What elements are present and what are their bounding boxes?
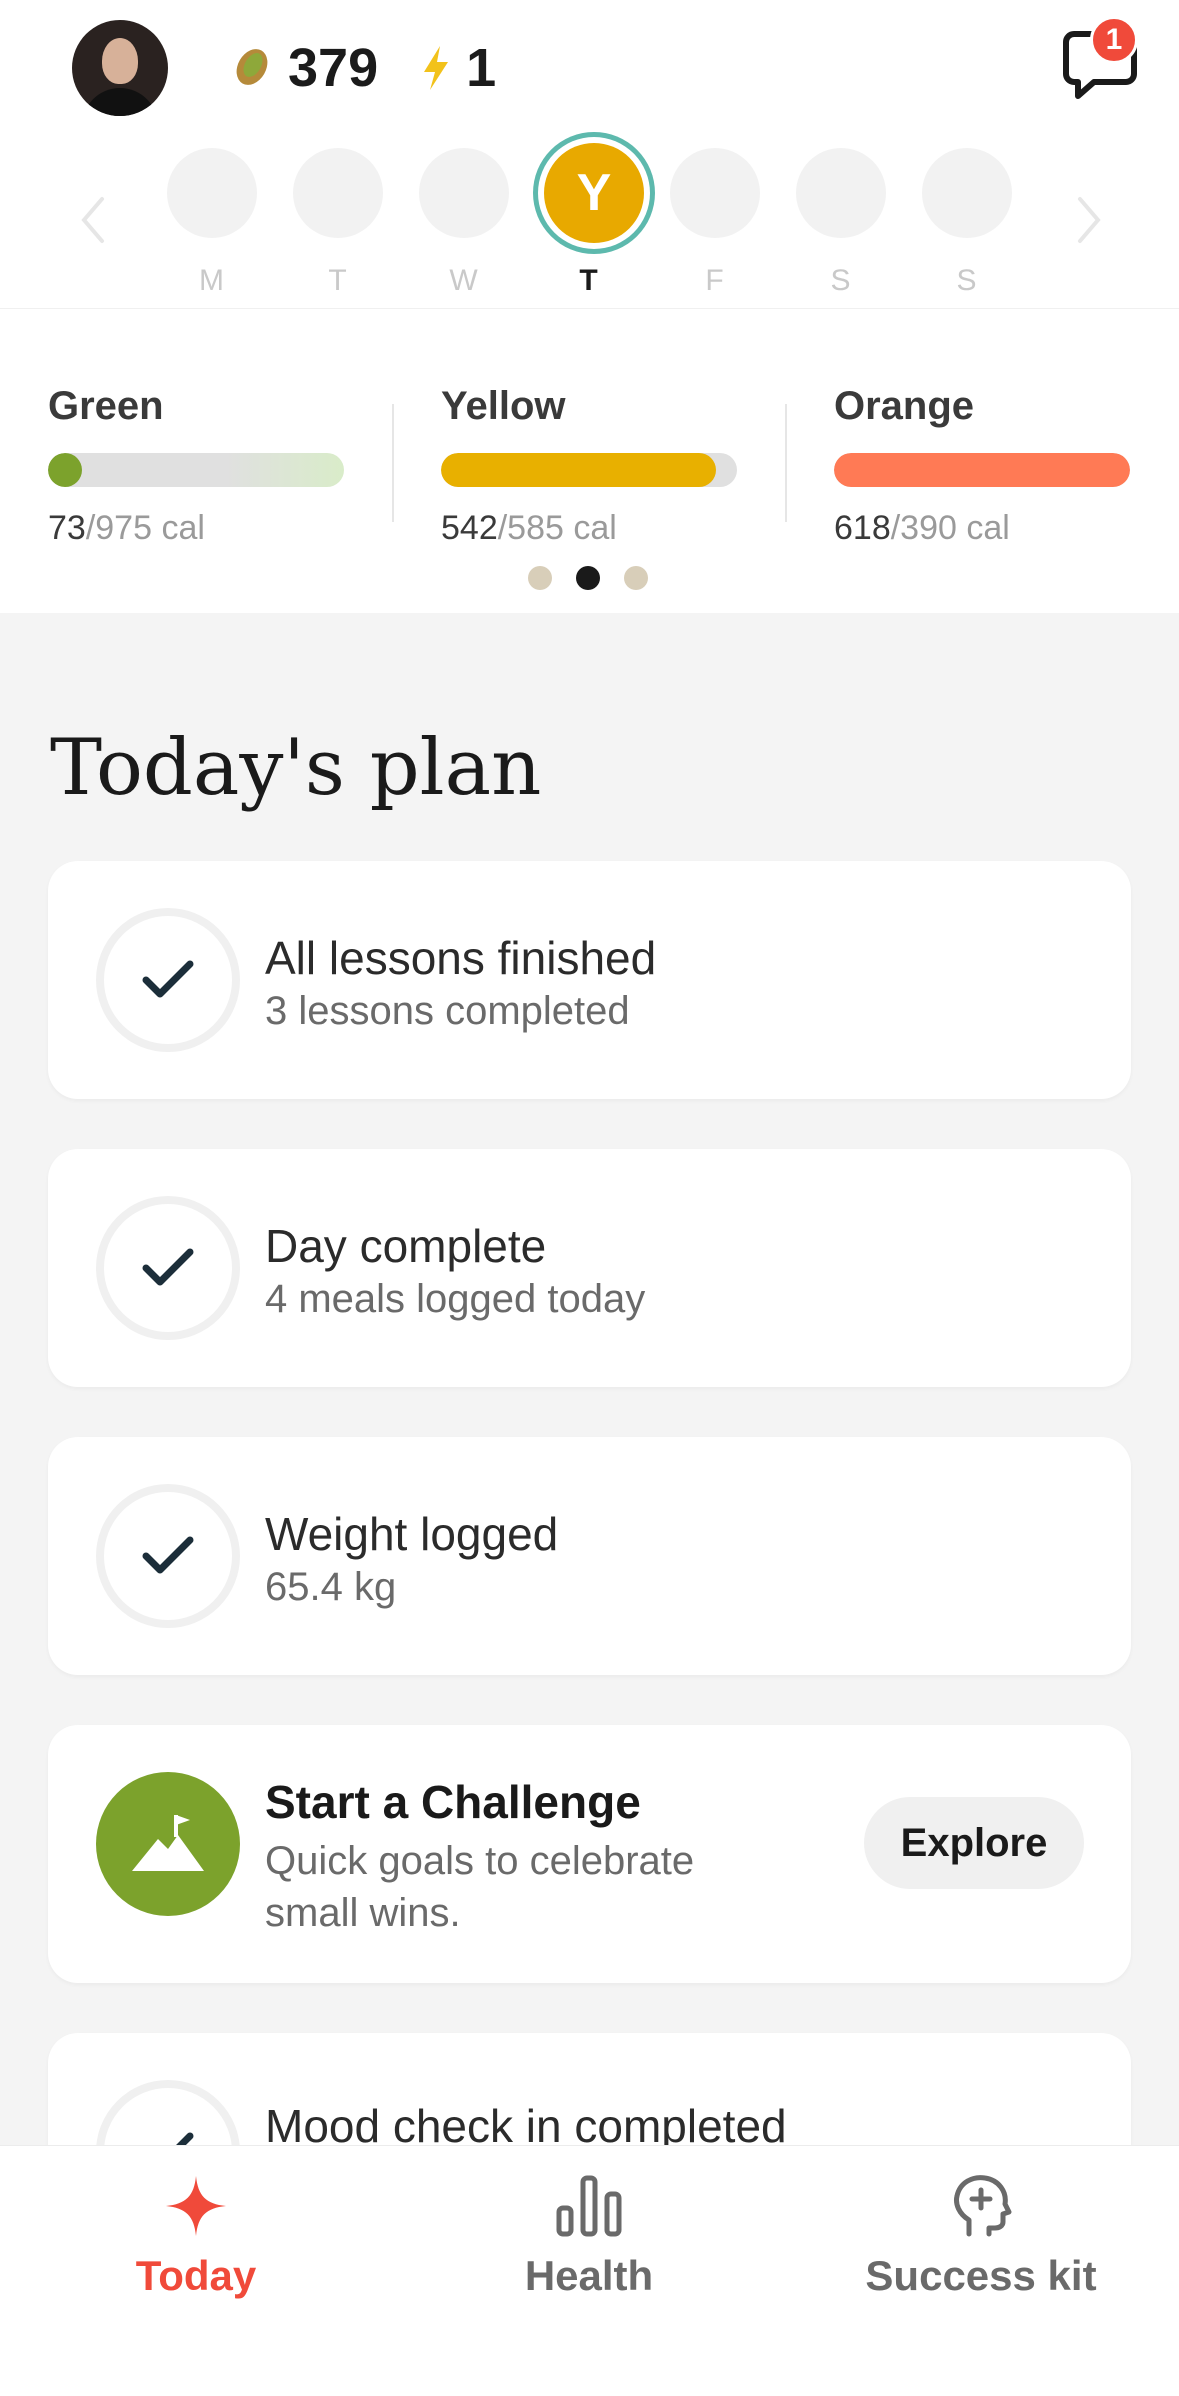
top-bar: 379 1 1	[0, 0, 1179, 135]
day-letter: T	[328, 264, 348, 297]
budget-yellow: Yellow 542/585 cal	[441, 384, 741, 548]
page-dot	[528, 566, 552, 590]
budget-fill	[441, 453, 717, 487]
day-circle	[419, 148, 509, 238]
budget-name: Yellow	[441, 384, 566, 428]
divider	[785, 404, 787, 522]
budget-consumed: 542	[441, 509, 498, 547]
tab-label: Today	[135, 2252, 257, 2299]
avatar[interactable]	[72, 20, 168, 116]
day-tuesday[interactable]: T	[293, 148, 383, 298]
check-icon	[96, 1196, 240, 1340]
calorie-budget-panel[interactable]: Green 73/975 cal Yellow 542/585 cal Oran…	[0, 308, 1179, 613]
bolt-icon	[424, 46, 449, 90]
day-letter: W	[449, 264, 479, 297]
budget-fill	[834, 453, 1130, 487]
tab-label: Health	[524, 2252, 654, 2299]
tab-today[interactable]: Today	[46, 2174, 346, 2300]
day-saturday[interactable]: S	[796, 148, 886, 298]
day-monday[interactable]: M	[167, 148, 257, 298]
bottom-nav: Today Health Success kit	[0, 2145, 1179, 2396]
plan-item-title: Mood check in completed	[265, 2100, 787, 2145]
budget-value: 618/390 cal	[834, 509, 1134, 548]
page-indicator	[528, 566, 648, 590]
challenge-card[interactable]: Start a Challenge Quick goals to celebra…	[48, 1725, 1131, 1983]
budget-value: 542/585 cal	[441, 509, 741, 548]
plan-item-title: Day complete	[265, 1220, 547, 1272]
tab-health[interactable]: Health	[439, 2174, 739, 2300]
budget-limit: /390 cal	[890, 509, 1010, 547]
notification-badge: 1	[1090, 16, 1138, 64]
plan-item-mood[interactable]: Mood check in completed	[48, 2033, 1131, 2145]
mountain-flag-icon	[96, 1772, 240, 1916]
explore-button[interactable]: Explore	[864, 1797, 1084, 1889]
day-sunday[interactable]: S	[922, 148, 1012, 298]
day-letter: M	[199, 264, 225, 297]
budget-orange: Orange 618/390 cal	[834, 384, 1134, 548]
avatar-shoulders	[82, 88, 158, 116]
challenge-title: Start a Challenge	[265, 1776, 641, 1828]
check-icon	[96, 908, 240, 1052]
day-letter: S	[830, 264, 852, 297]
seed-icon	[236, 49, 268, 85]
tab-success-kit[interactable]: Success kit	[831, 2174, 1131, 2300]
plan-item-subtitle: 3 lessons completed	[265, 989, 630, 1033]
day-wednesday[interactable]: W	[419, 148, 509, 298]
today-circle: Y	[544, 143, 644, 243]
page-title: Today's plan	[50, 723, 542, 813]
plan-item-lessons[interactable]: All lessons finished 3 lessons completed	[48, 861, 1131, 1099]
budget-green: Green 73/975 cal	[48, 384, 348, 548]
head-plus-icon	[954, 2175, 1012, 2237]
day-circle	[796, 148, 886, 238]
page-dot	[624, 566, 648, 590]
budget-consumed: 618	[834, 509, 891, 547]
budget-name: Orange	[834, 384, 975, 428]
day-circle	[167, 148, 257, 238]
plan-item-day[interactable]: Day complete 4 meals logged today	[48, 1149, 1131, 1387]
day-friday[interactable]: F	[670, 148, 760, 298]
sparkle-icon	[166, 2176, 226, 2236]
week-selector: M T W Y T F S S	[0, 130, 1179, 310]
budget-track	[48, 453, 344, 487]
day-letter: S	[956, 264, 978, 297]
plan-item-title: All lessons finished	[265, 932, 657, 984]
points-value: 379	[288, 38, 379, 98]
budget-name: Green	[48, 384, 164, 428]
budget-fill	[48, 453, 82, 487]
chevron-right-icon[interactable]	[1074, 195, 1104, 245]
plan-item-subtitle: 4 meals logged today	[265, 1277, 646, 1321]
budget-limit: /585 cal	[497, 509, 617, 547]
day-circle	[670, 148, 760, 238]
day-circle	[293, 148, 383, 238]
tab-label: Success kit	[865, 2252, 1097, 2299]
plan-item-weight[interactable]: Weight logged 65.4 kg	[48, 1437, 1131, 1675]
budget-consumed: 73	[48, 509, 86, 547]
challenge-subtitle: Quick goals to celebrate small wins.	[265, 1839, 695, 1935]
day-thursday-today[interactable]: Y T	[544, 143, 644, 298]
day-letter: F	[705, 264, 725, 297]
chevron-left-icon[interactable]	[78, 195, 108, 245]
avatar-face	[102, 38, 138, 84]
divider	[392, 404, 394, 522]
streak-value: 1	[466, 38, 497, 98]
main-content[interactable]: Today's plan All lessons finished 3 less…	[0, 613, 1179, 2145]
budget-value: 73/975 cal	[48, 509, 348, 548]
budget-limit: /975 cal	[85, 509, 205, 547]
points-group[interactable]: 379 1	[232, 30, 496, 106]
check-icon	[96, 1484, 240, 1628]
day-circle	[922, 148, 1012, 238]
bar-chart-icon	[556, 2175, 622, 2237]
check-icon	[96, 2080, 240, 2145]
plan-item-subtitle: 65.4 kg	[265, 1565, 397, 1609]
plan-item-title: Weight logged	[265, 1508, 559, 1560]
day-letter: T	[579, 264, 599, 297]
budget-track	[834, 453, 1130, 487]
page-dot-active	[576, 566, 600, 590]
budget-track	[441, 453, 737, 487]
